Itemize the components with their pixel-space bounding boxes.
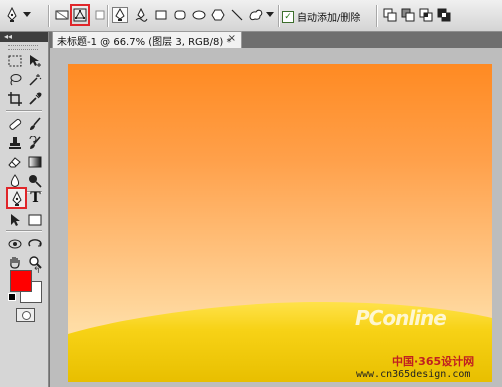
toolbox: ◂◂ T ↰	[0, 32, 49, 387]
eyedropper-icon[interactable]	[26, 90, 43, 107]
shape-dropdown-icon[interactable]	[265, 7, 275, 23]
rectangle-shape-icon[interactable]	[153, 7, 169, 23]
path-combine-icon[interactable]	[382, 7, 398, 23]
fill-pixels-icon[interactable]	[92, 7, 108, 23]
path-intersect-icon[interactable]	[418, 7, 434, 23]
watermark-site-name: 中国·365设计网	[392, 355, 475, 368]
move-tool-icon[interactable]	[26, 52, 43, 69]
brush-tool-icon[interactable]	[26, 115, 43, 132]
default-colors-icon[interactable]	[8, 293, 16, 301]
eraser-tool-icon[interactable]	[6, 153, 23, 170]
pen-tool-icon[interactable]	[8, 190, 25, 207]
clone-stamp-icon[interactable]	[6, 134, 23, 151]
swap-colors-icon[interactable]: ↰	[33, 266, 41, 276]
custom-shape-icon[interactable]	[248, 7, 264, 23]
hand-tool-icon[interactable]	[6, 253, 23, 270]
options-bar: ✓ 自动添加/删除	[0, 0, 502, 32]
healing-brush-icon[interactable]	[6, 115, 23, 132]
crop-tool-icon[interactable]	[6, 90, 23, 107]
freeform-pen-icon[interactable]	[133, 7, 149, 23]
3d-orbit-icon[interactable]	[26, 235, 43, 252]
watermark-url: www.cn365design.com	[356, 369, 471, 380]
rectangle-tool-icon[interactable]	[26, 211, 43, 228]
path-selection-icon[interactable]	[6, 211, 23, 228]
canvas[interactable]	[68, 64, 492, 382]
pen-tool-option-icon[interactable]	[112, 7, 128, 23]
path-exclude-icon[interactable]	[436, 7, 452, 23]
line-icon[interactable]	[229, 7, 245, 23]
toolbox-grip[interactable]	[8, 45, 38, 50]
lasso-tool-icon[interactable]	[6, 71, 23, 88]
document-title: 未标题-1 @ 66.7% (图层 3, RGB/8) *	[57, 36, 232, 48]
quick-mask-icon[interactable]	[16, 308, 35, 322]
tool-preset-pen-icon[interactable]	[4, 7, 20, 23]
rounded-rectangle-icon[interactable]	[172, 7, 188, 23]
auto-add-delete-option[interactable]: ✓ 自动添加/删除	[282, 9, 360, 24]
foreground-color-swatch[interactable]	[10, 270, 32, 292]
marquee-tool-icon[interactable]	[6, 52, 23, 69]
ellipse-icon[interactable]	[191, 7, 207, 23]
polygon-icon[interactable]	[210, 7, 226, 23]
auto-add-delete-label: 自动添加/删除	[297, 13, 361, 24]
canvas-artwork	[68, 302, 492, 382]
tool-preset-dropdown-icon[interactable]	[22, 7, 32, 23]
watermark-brand: PConline	[355, 306, 447, 330]
document-tab[interactable]: 未标题-1 @ 66.7% (图层 3, RGB/8) * ×	[52, 31, 242, 48]
dodge-tool-icon[interactable]	[26, 172, 43, 189]
type-tool-icon[interactable]: T	[27, 189, 44, 206]
paths-mode-icon[interactable]	[72, 7, 88, 23]
3d-rotate-icon[interactable]	[6, 235, 23, 252]
shape-layers-icon[interactable]	[54, 7, 70, 23]
auto-add-delete-checkbox[interactable]: ✓	[282, 10, 294, 23]
path-subtract-icon[interactable]	[400, 7, 416, 23]
toolbox-collapse[interactable]: ◂◂	[0, 32, 48, 42]
magic-wand-icon[interactable]	[26, 71, 43, 88]
gradient-tool-icon[interactable]	[26, 153, 43, 170]
close-document-icon[interactable]: ×	[228, 33, 236, 44]
history-brush-icon[interactable]	[26, 134, 43, 151]
